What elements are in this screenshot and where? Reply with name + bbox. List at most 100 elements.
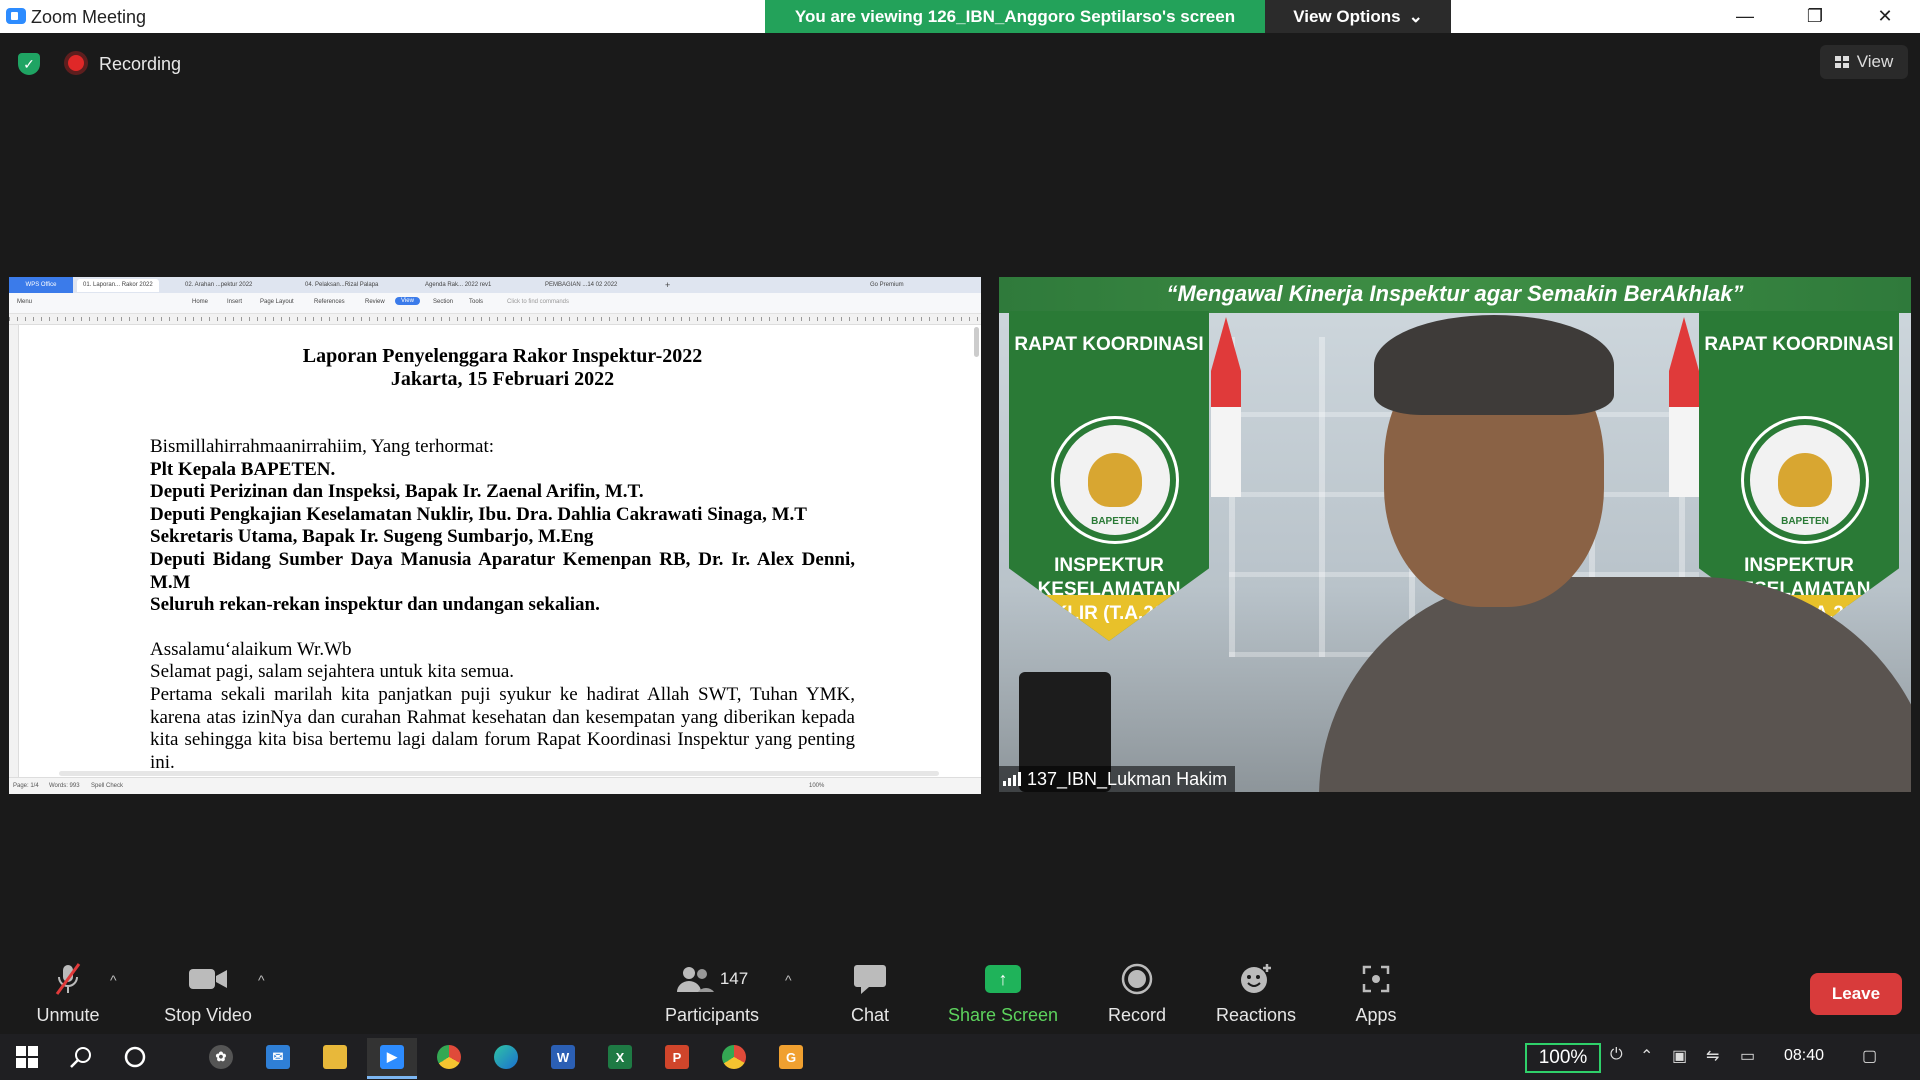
menu-item-tools[interactable]: Tools: [469, 299, 483, 305]
view-label: View: [1856, 52, 1894, 71]
participants-options-caret[interactable]: ^: [785, 972, 792, 988]
share-screen-button[interactable]: ↑ Share Screen: [943, 958, 1063, 1034]
battery-icon[interactable]: ▭: [1740, 1046, 1755, 1066]
bapeten-seal-icon: BAPETEN: [1054, 419, 1176, 541]
wps-tab-bar: WPS Office 01. Laporan... Rakor 2022 02.…: [9, 277, 981, 293]
close-button[interactable]: ✕: [1850, 0, 1920, 33]
word-icon[interactable]: W: [538, 1038, 588, 1076]
doc-tab-1[interactable]: 01. Laporan... Rakor 2022: [77, 279, 159, 292]
zoom-taskbar-icon[interactable]: ▶: [367, 1038, 417, 1079]
command-search[interactable]: Click to find commands: [507, 299, 569, 305]
chrome-icon[interactable]: [424, 1038, 474, 1076]
taskbar-clock[interactable]: 08:40: [1784, 1047, 1824, 1065]
horizontal-ruler: [9, 314, 981, 325]
participant-name: 137_IBN_Lukman Hakim: [1027, 768, 1228, 789]
event-slogan: “Mengawal Kinerja Inspektur agar Semakin…: [1166, 281, 1744, 306]
camera-tray-icon[interactable]: ▣: [1672, 1046, 1687, 1066]
recording-indicator-icon: [68, 55, 84, 71]
status-words: Words: 993: [49, 783, 80, 789]
chat-button[interactable]: Chat: [810, 958, 930, 1034]
addressee-line: Sekretaris Utama, Bapak Ir. Sugeng Sumba…: [150, 526, 594, 548]
stop-video-button[interactable]: Stop Video: [148, 958, 268, 1034]
status-zoom[interactable]: 100%: [809, 783, 824, 789]
audio-options-caret[interactable]: ^: [110, 972, 117, 988]
chevron-up-icon[interactable]: ⌃: [1640, 1046, 1653, 1066]
greeting-line-2: Selamat pagi, salam sejahtera untuk kita…: [150, 661, 515, 683]
security-shield-icon[interactable]: ✓: [18, 53, 40, 75]
doc-tab-5[interactable]: PEMBAGIAN ...14 02 2022: [539, 279, 623, 292]
battery-percentage[interactable]: 100%: [1525, 1043, 1601, 1073]
document-heading: Laporan Penyelenggara Rakor Inspektur-20…: [302, 345, 703, 367]
restore-button[interactable]: ❐: [1780, 0, 1850, 33]
addressee-line: Deputi Perizinan dan Inspeksi, Bapak Ir.…: [150, 481, 644, 503]
excel-icon[interactable]: X: [595, 1038, 645, 1076]
media-app-icon[interactable]: ✿: [196, 1038, 246, 1076]
menu-item-insert[interactable]: Insert: [227, 299, 242, 305]
title-bar: Zoom Meeting You are viewing 126_IBN_Ang…: [0, 0, 1920, 33]
meeting-toolbar: Unmute ^ Stop Video ^ 147 Participants ^…: [0, 958, 1920, 1034]
menu-item-review[interactable]: Review: [365, 299, 385, 305]
doc-tab-2[interactable]: 02. Arahan ...pektur 2022: [179, 279, 258, 292]
grid-view-icon: [1834, 56, 1849, 68]
view-options-label: View Options: [1293, 6, 1401, 26]
doc-tab-4[interactable]: Agenda Rak... 2022 rev1: [419, 279, 497, 292]
windows-start-icon[interactable]: [2, 1038, 52, 1076]
status-spell-check[interactable]: Spell Check: [91, 783, 123, 789]
mail-icon[interactable]: ✉: [253, 1038, 303, 1076]
view-button[interactable]: View: [1820, 45, 1908, 79]
powerpoint-icon[interactable]: P: [652, 1038, 702, 1076]
menu-item-section[interactable]: Section: [433, 299, 453, 305]
wps-menu-bar: Menu Home Insert Page Layout References …: [9, 293, 981, 314]
vertical-scrollbar[interactable]: [974, 327, 979, 357]
unmute-button[interactable]: Unmute: [8, 958, 128, 1034]
addressee-line: Seluruh rekan-rekan inspektur dan undang…: [150, 594, 600, 616]
apps-button[interactable]: Apps: [1316, 958, 1436, 1034]
participant-video[interactable]: “Mengawal Kinerja Inspektur agar Semakin…: [999, 277, 1911, 792]
chrome-icon-2[interactable]: [709, 1038, 759, 1076]
horizontal-scrollbar[interactable]: [59, 771, 939, 776]
go-premium-link[interactable]: Go Premium: [864, 279, 910, 292]
reactions-button[interactable]: Reactions: [1196, 958, 1316, 1034]
window-title: Zoom Meeting: [31, 7, 147, 27]
menu-item-menu[interactable]: Menu: [17, 299, 32, 305]
participants-button[interactable]: 147 Participants: [652, 958, 772, 1034]
smiley-plus-icon: [1196, 958, 1316, 1000]
vertical-ruler: [9, 325, 19, 777]
addressee-line: Plt Kepala BAPETEN.: [150, 458, 336, 480]
network-icon[interactable]: ⇋: [1706, 1046, 1719, 1066]
record-button[interactable]: Record: [1077, 958, 1197, 1034]
participants-count: 147: [719, 969, 749, 988]
signal-strength-icon: [1003, 772, 1021, 786]
bapeten-seal-icon: BAPETEN: [1744, 419, 1866, 541]
body-paragraph: Pertama sekali marilah kita panjatkan pu…: [150, 683, 855, 773]
salutation-line: Bismillahirrahmaanirrahiim, Yang terhorm…: [150, 436, 495, 457]
viewing-screen-banner: You are viewing 126_IBN_Anggoro Septilar…: [765, 0, 1265, 33]
menu-item-page-layout[interactable]: Page Layout: [260, 299, 294, 305]
apps-icon: [1316, 958, 1436, 1000]
video-options-caret[interactable]: ^: [258, 972, 265, 988]
new-tab-button[interactable]: +: [659, 279, 676, 292]
wps-status-bar: Page: 1/4 Words: 993 Spell Check 100%: [9, 777, 981, 794]
video-camera-icon: [148, 958, 268, 1000]
menu-item-home[interactable]: Home: [192, 299, 208, 305]
menu-item-view[interactable]: View: [395, 297, 420, 305]
minimize-button[interactable]: —: [1710, 0, 1780, 33]
chat-bubble-icon: [810, 958, 930, 1000]
shared-screen[interactable]: WPS Office 01. Laporan... Rakor 2022 02.…: [9, 277, 981, 794]
leave-button[interactable]: Leave: [1810, 973, 1902, 1015]
doc-tab-3[interactable]: 04. Pelaksan...Rizal Palapa: [299, 279, 384, 292]
notification-icon[interactable]: ▢: [1862, 1046, 1877, 1066]
document-subheading: Jakarta, 15 Februari 2022: [390, 368, 615, 390]
slides-app-icon[interactable]: G: [766, 1038, 816, 1076]
edge-icon[interactable]: [481, 1038, 531, 1076]
menu-item-references[interactable]: References: [314, 299, 345, 305]
search-icon[interactable]: [56, 1038, 106, 1076]
document-page[interactable]: Laporan Penyelenggara Rakor Inspektur-20…: [150, 345, 855, 774]
task-view-icon[interactable]: [110, 1038, 160, 1076]
wps-brand-tab[interactable]: WPS Office: [9, 277, 73, 293]
zoom-app-icon: [6, 8, 26, 24]
view-options-button[interactable]: View Options ⌄: [1265, 0, 1451, 33]
power-plug-icon[interactable]: ⏻: [1610, 1046, 1623, 1064]
file-explorer-icon[interactable]: [310, 1038, 360, 1076]
windows-taskbar: ✿ ✉ ▶ W X P G: [0, 1034, 1920, 1080]
